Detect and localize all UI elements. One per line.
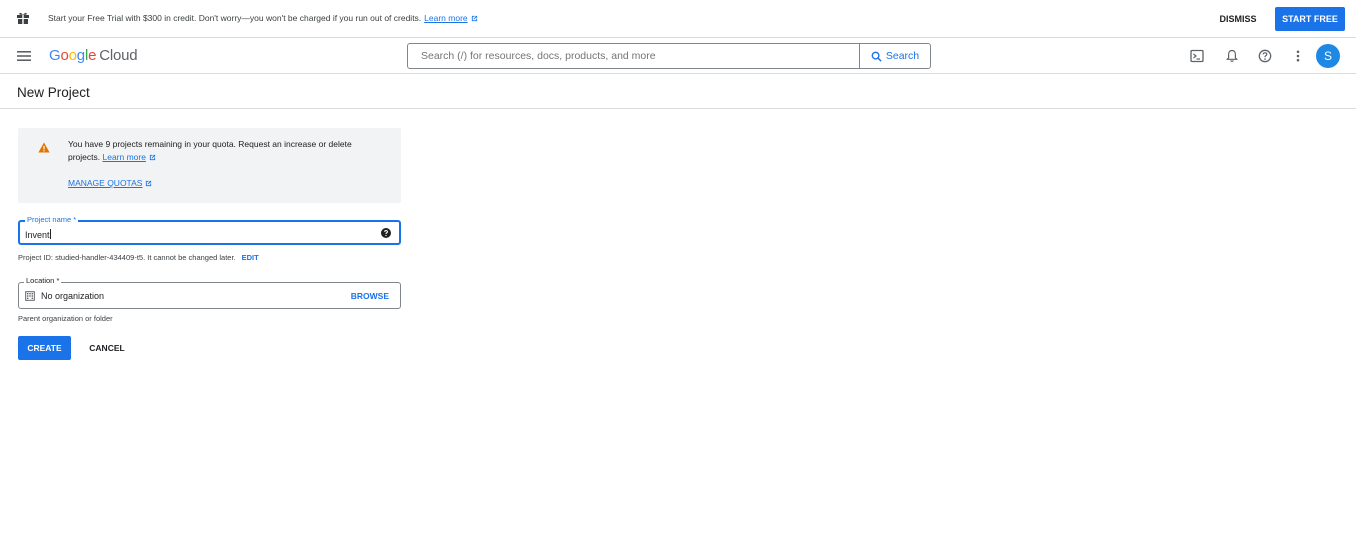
cancel-button[interactable]: CANCEL [79,336,135,360]
search-icon [871,51,882,62]
help-icon[interactable] [1258,49,1272,63]
location-value: No organization [41,291,105,301]
edit-project-id-button[interactable]: EDIT [242,253,259,262]
start-free-button[interactable]: START FREE [1275,7,1345,31]
more-options-icon[interactable] [1291,49,1305,63]
cloud-shell-terminal-icon[interactable] [1190,49,1204,63]
project-id-text: Project ID: studied-handler-434409-t5. I… [18,253,236,262]
project-name-value-wrap: Invent [25,229,51,240]
manage-quotas-label: MANAGE QUOTAS [68,178,143,188]
gift-icon [17,12,29,24]
external-link-icon [471,15,477,22]
logo-letter: e [88,47,97,64]
location-field[interactable]: Location * No organization BROWSE [18,276,401,309]
project-name-input[interactable]: Invent [25,230,50,240]
project-name-field[interactable]: Project name * Invent [18,215,401,245]
create-button[interactable]: CREATE [18,336,71,360]
location-label: Location * [24,276,62,286]
project-name-label: Project name * [25,215,79,225]
page-title: New Project [17,85,90,100]
banner-text: Start your Free Trial with $300 in credi… [48,13,422,23]
user-avatar[interactable]: S [1316,44,1340,68]
text-cursor [49,229,51,239]
banner-learn-more-link[interactable]: Learn more [424,13,467,23]
browse-button[interactable]: BROWSE [351,291,389,301]
search-button-label: Search [885,50,920,62]
manage-quotas-link[interactable]: MANAGE QUOTAS [68,178,152,188]
free-trial-banner: Start your Free Trial with $300 in credi… [0,0,1356,38]
banner-message: Start your Free Trial with $300 in credi… [48,13,478,23]
logo-letter: o [68,47,77,64]
warning-icon [38,142,50,153]
logo-letter: g [76,47,85,64]
external-link-icon [149,154,156,161]
quota-warning-box: You have 9 projects remaining in your qu… [18,128,401,203]
search-button[interactable]: Search [859,44,930,68]
logo-letter: G [49,47,61,64]
project-id-helper: Project ID: studied-handler-434409-t5. I… [18,253,259,262]
question-circle-icon[interactable] [381,228,391,238]
location-helper: Parent organization or folder [18,314,113,323]
dismiss-button[interactable]: DISMISS [1212,7,1264,31]
google-cloud-logo[interactable]: Google Cloud [49,47,138,64]
quota-message: You have 9 projects remaining in your qu… [68,138,378,164]
notifications-bell-icon[interactable] [1225,49,1239,63]
page-title-bar: New Project [0,74,1356,109]
organization-building-icon [25,291,35,301]
hamburger-menu-icon[interactable] [16,49,32,63]
quota-learn-more-link[interactable]: Learn more [103,152,146,162]
top-header: GoogleCloud Search S [0,38,1356,74]
search-input[interactable] [408,44,859,68]
logo-letter: o [60,47,69,64]
search-bar: Search [407,43,931,69]
external-link-icon [146,180,152,187]
logo-cloud-text: Cloud [99,47,138,64]
